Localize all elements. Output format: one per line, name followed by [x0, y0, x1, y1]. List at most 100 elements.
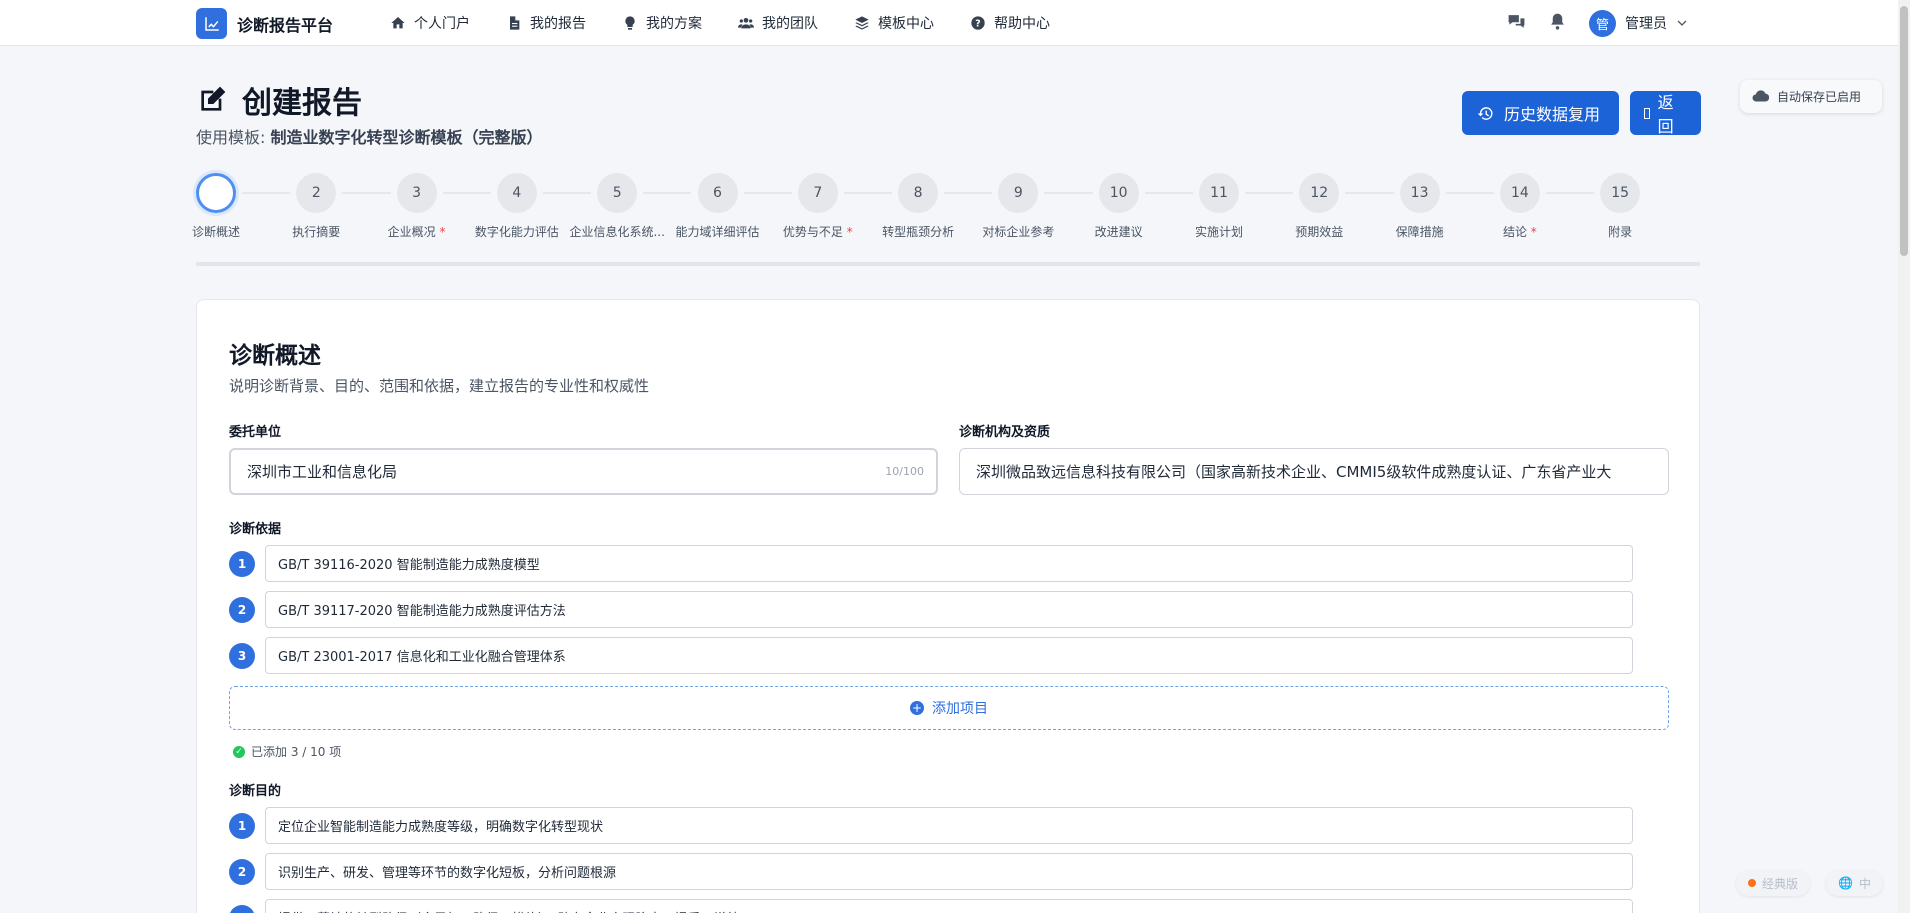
item-number: 3: [229, 905, 255, 913]
step-number: 8: [898, 173, 939, 213]
step-item[interactable]: 13 保障措施: [1370, 173, 1470, 240]
step-item[interactable]: 12 预期效益: [1269, 173, 1369, 240]
section-card: 诊断概述 说明诊断背景、目的、范围和依据，建立报告的专业性和权威性 委托单位 深…: [196, 299, 1700, 913]
step-label: 保障措施: [1370, 223, 1470, 240]
list-item: 1 定位企业智能制造能力成熟度等级，明确数字化转型现状: [229, 807, 1633, 844]
nav-label: 我的方案: [646, 16, 702, 32]
step-label-text: 企业信息化系统...: [569, 225, 665, 239]
step-label: 改进建议: [1069, 223, 1169, 240]
step-label-text: 对标企业参考: [982, 225, 1055, 239]
status-dot-icon: [1748, 879, 1756, 887]
chevron-down-icon: [1677, 20, 1687, 26]
step-number: 9: [998, 173, 1039, 213]
autosave-text: 自动保存已启用: [1777, 90, 1862, 104]
step-label-text: 诊断概述: [191, 225, 240, 239]
add-item-button[interactable]: + 添加项目: [229, 686, 1669, 730]
step-label: 优势与不足 *: [768, 223, 868, 240]
bell-icon[interactable]: [1548, 12, 1567, 35]
step-item[interactable]: 11 实施计划: [1169, 173, 1269, 240]
main-nav: 个人门户 我的报告 我的方案 我的团队 模板中心 ? 帮助中心: [390, 0, 1050, 46]
step-item[interactable]: 3 企业概况 *: [367, 173, 467, 240]
agency-label: 诊断机构及资质: [959, 425, 1051, 440]
step-item[interactable]: 7 优势与不足 *: [768, 173, 868, 240]
step-item[interactable]: 6 能力域详细评估: [668, 173, 768, 240]
step-label-text: 能力域详细评估: [675, 225, 760, 239]
step-number: 5: [597, 173, 638, 213]
added-text: 已添加 3 / 10 项: [251, 745, 342, 759]
step-label: 附录: [1570, 223, 1670, 240]
help-icon: ?: [971, 16, 985, 30]
history-reuse-button[interactable]: 历史数据复用: [1462, 91, 1619, 135]
chat-icon[interactable]: [1507, 12, 1526, 35]
step-label: 数字化能力评估: [467, 223, 567, 240]
step-label-text: 转型瓶颈分析: [882, 225, 955, 239]
page-header: 创建报告: [196, 78, 362, 122]
step-item[interactable]: 2 执行摘要: [266, 173, 366, 240]
user-name: 管理员: [1625, 16, 1667, 32]
nav-item-team[interactable]: 我的团队: [738, 13, 818, 33]
step-label-text: 企业概况: [387, 225, 436, 239]
basis-label: 诊断依据: [229, 522, 282, 537]
globe-icon: 🌐: [1838, 876, 1853, 890]
nav-right: 管 管理员: [1507, 0, 1688, 46]
step-number: [196, 173, 236, 213]
back-button[interactable]: 返回: [1630, 91, 1701, 136]
progress-track: [196, 262, 1700, 266]
scrollbar-thumb[interactable]: [1900, 6, 1908, 256]
nav-label: 模板中心: [878, 16, 934, 32]
purpose-input[interactable]: 识别生产、研发、管理等环节的数字化短板，分析问题根源: [265, 853, 1633, 890]
step-number: 2: [296, 173, 337, 213]
classic-version-toggle[interactable]: 经典版: [1736, 870, 1811, 896]
step-label: 对标企业参考: [968, 223, 1068, 240]
nav-item-portal[interactable]: 个人门户: [390, 13, 470, 33]
file-icon: [510, 16, 520, 30]
required-mark: *: [435, 225, 446, 239]
purpose-label: 诊断目的: [229, 784, 282, 799]
nav-item-plans[interactable]: 我的方案: [622, 13, 702, 33]
step-item[interactable]: 9 对标企业参考: [968, 173, 1068, 240]
step-number: 3: [396, 173, 437, 213]
agency-field[interactable]: 深圳微品致远信息科技有限公司（国家高新技术企业、CMMI5级软件成熟度认证、广东…: [959, 448, 1669, 495]
step-item[interactable]: 14 结论 *: [1470, 173, 1570, 240]
purpose-input[interactable]: 定位企业智能制造能力成熟度等级，明确数字化转型现状: [265, 807, 1633, 844]
step-item[interactable]: 5 企业信息化系统...: [567, 173, 667, 240]
nav-item-templates[interactable]: 模板中心: [854, 13, 934, 33]
required-mark: *: [1526, 225, 1537, 239]
top-navbar: 诊断报告平台 个人门户 我的报告 我的方案 我的团队 模板中心 ? 帮助中心 管…: [0, 0, 1898, 46]
step-label-text: 优势与不足: [782, 225, 843, 239]
step-label: 能力域详细评估: [668, 223, 768, 240]
client-field[interactable]: 深圳市工业和信息化局 10/100: [229, 448, 938, 495]
step-label-text: 改进建议: [1094, 225, 1143, 239]
nav-label: 帮助中心: [994, 16, 1050, 32]
step-label-text: 数字化能力评估: [474, 225, 559, 239]
basis-input[interactable]: GB/T 23001-2017 信息化和工业化融合管理体系: [265, 637, 1633, 674]
step-label: 转型瓶颈分析: [868, 223, 968, 240]
user-menu[interactable]: 管 管理员: [1589, 9, 1688, 37]
item-number: 2: [229, 859, 255, 885]
section-title: 诊断概述: [229, 343, 321, 369]
nav-item-help[interactable]: ? 帮助中心: [970, 13, 1050, 33]
basis-input[interactable]: GB/T 39116-2020 智能制造能力成熟度模型: [265, 545, 1633, 582]
nav-label: 我的团队: [762, 16, 818, 32]
purpose-input[interactable]: 提供可落地的转型路径（含目标、路径、措施），助力企业实现降本、提质、增效: [265, 899, 1633, 913]
add-item-label: 添加项目: [932, 701, 988, 717]
template-name: 制造业数字化转型诊断模板（完整版）: [270, 128, 543, 147]
basis-input[interactable]: GB/T 39117-2020 智能制造能力成熟度评估方法: [265, 591, 1633, 628]
nav-item-reports[interactable]: 我的报告: [506, 13, 586, 33]
template-prefix: 使用模板:: [196, 128, 271, 147]
cloud-icon: [1752, 90, 1769, 102]
step-item[interactable]: 8 转型瓶颈分析: [868, 173, 968, 240]
scrollbar[interactable]: [1898, 0, 1910, 913]
check-circle-icon: ✓: [233, 745, 245, 758]
step-item[interactable]: 诊断概述: [166, 173, 266, 240]
item-number: 2: [229, 597, 255, 623]
page-title: 创建报告: [242, 86, 362, 121]
language-toggle[interactable]: 🌐 中: [1826, 870, 1883, 896]
step-number: 7: [797, 173, 838, 213]
step-item[interactable]: 4 数字化能力评估: [467, 173, 567, 240]
step-item[interactable]: 10 改进建议: [1069, 173, 1169, 240]
brand[interactable]: 诊断报告平台: [196, 8, 333, 39]
step-number: 15: [1600, 173, 1641, 213]
step-item[interactable]: 15 附录: [1570, 173, 1670, 240]
step-number: 4: [496, 173, 537, 213]
